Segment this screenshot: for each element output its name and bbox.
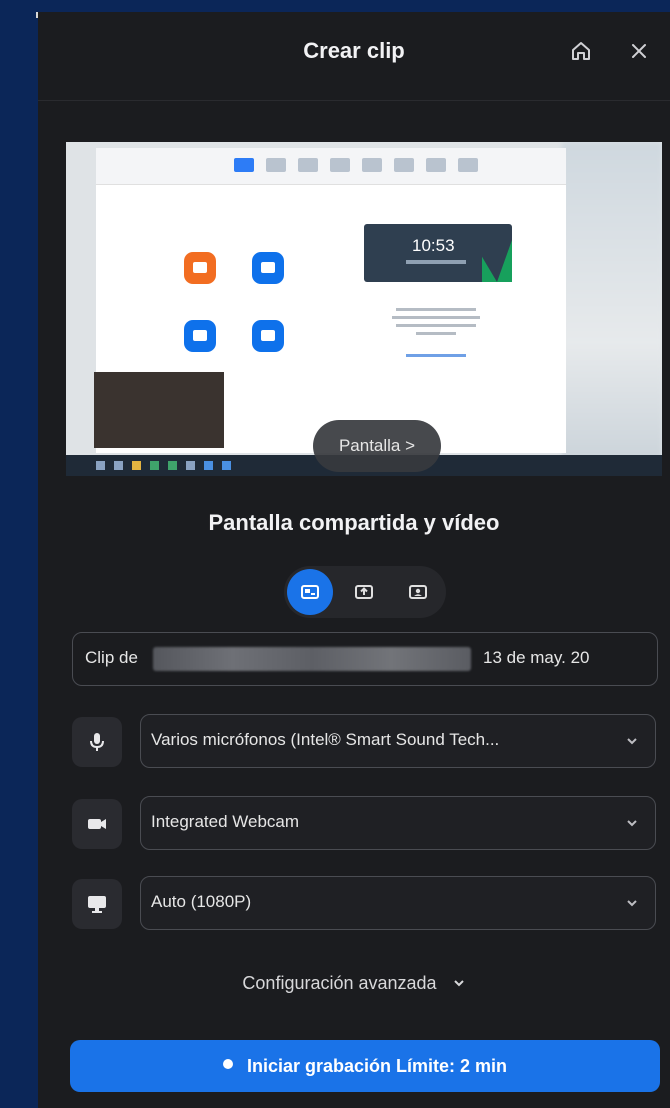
preview-clock-decoration (482, 240, 512, 282)
chevron-down-icon (627, 820, 637, 827)
panel-header: Crear clip (38, 12, 670, 101)
preview-toolbar-icon (266, 158, 286, 172)
start-recording-button[interactable]: Iniciar grabación Límite: 2 min (70, 1040, 660, 1092)
share-screen-icon (355, 585, 373, 599)
camera-icon (72, 799, 122, 849)
clip-name-prefix: Clip de (85, 648, 138, 667)
preview-clock-date (406, 260, 466, 264)
mode-video-only-button[interactable] (395, 569, 441, 615)
record-dot-icon (222, 1059, 233, 1070)
chevron-down-icon (627, 900, 637, 907)
preview-text-line (392, 316, 480, 319)
preview-text-line (416, 332, 456, 335)
preview-toolbar-icon (330, 158, 350, 172)
resolution-row: Auto (1080P) (72, 876, 660, 932)
advanced-settings-label: Configuración avanzada (242, 972, 437, 993)
preview-taskbar-icon (132, 461, 141, 470)
preview-toolbar-icon (298, 158, 318, 172)
preview-toolbar-icon (426, 158, 446, 172)
screen-and-video-icon (301, 585, 319, 599)
preview-clock-time: 10:53 (412, 236, 455, 255)
preview-join-icon (252, 252, 284, 284)
microphone-select[interactable]: Varios micrófonos (Intel® Smart Sound Te… (140, 714, 656, 768)
source-selector-pill[interactable]: Pantalla > (313, 420, 441, 472)
microphone-icon (72, 717, 122, 767)
preview-taskbar-icon (186, 461, 195, 470)
preview-toolbar-icon (362, 158, 382, 172)
home-icon[interactable] (568, 38, 594, 64)
preview-link-line (406, 354, 466, 357)
camera-select-value: Integrated Webcam (151, 812, 300, 831)
start-recording-label: Iniciar grabación Límite: 2 min (246, 1056, 508, 1076)
preview-share-icon (252, 320, 284, 352)
preview-taskbar-icon (168, 461, 177, 470)
preview-taskbar-icon (204, 461, 213, 470)
mode-screen-and-video-button[interactable] (287, 569, 333, 615)
preview-taskbar-icon (96, 461, 105, 470)
preview-taskbar-icon (222, 461, 231, 470)
clip-name-input[interactable]: Clip de 13 de may. 20 (72, 632, 658, 686)
preview-new-meeting-icon (184, 252, 216, 284)
clip-name-redacted (153, 647, 471, 671)
person-video-icon (409, 585, 427, 599)
advanced-settings-toggle[interactable]: Configuración avanzada (38, 972, 670, 994)
preview-toolbar-icon (394, 158, 414, 172)
close-icon[interactable] (626, 38, 652, 64)
mode-screen-only-button[interactable] (341, 569, 387, 615)
preview-desktop-background (562, 142, 662, 476)
camera-row: Integrated Webcam (72, 796, 660, 852)
screen-preview: 10:53 Pantalla > (66, 142, 662, 476)
chevron-down-icon (453, 980, 464, 987)
preview-schedule-icon (184, 320, 216, 352)
preview-toolbar-icon (458, 158, 478, 172)
preview-clock-card: 10:53 (364, 224, 512, 282)
microphone-row: Varios micrófonos (Intel® Smart Sound Te… (72, 714, 660, 770)
chevron-down-icon (627, 738, 637, 745)
capture-mode-label: Pantalla compartida y vídeo (208, 510, 500, 535)
preview-text-line (396, 324, 476, 327)
preview-toolbar-icon (234, 158, 254, 172)
preview-taskbar-icon (150, 461, 159, 470)
preview-toolbar (96, 148, 566, 185)
preview-webcam-overlay (94, 372, 224, 448)
clip-name-date: 13 de may. 20 (483, 648, 590, 667)
capture-mode-switch (284, 566, 446, 618)
resolution-select[interactable]: Auto (1080P) (140, 876, 656, 930)
camera-select[interactable]: Integrated Webcam (140, 796, 656, 850)
microphone-select-value: Varios micrófonos (Intel® Smart Sound Te… (151, 730, 500, 749)
resolution-select-value: Auto (1080P) (151, 892, 252, 911)
preview-text-line (396, 308, 476, 311)
create-clip-panel: Crear clip 10:53 Pantalla > Pantalla com… (38, 12, 670, 1108)
preview-taskbar-icon (114, 461, 123, 470)
monitor-icon (72, 879, 122, 929)
